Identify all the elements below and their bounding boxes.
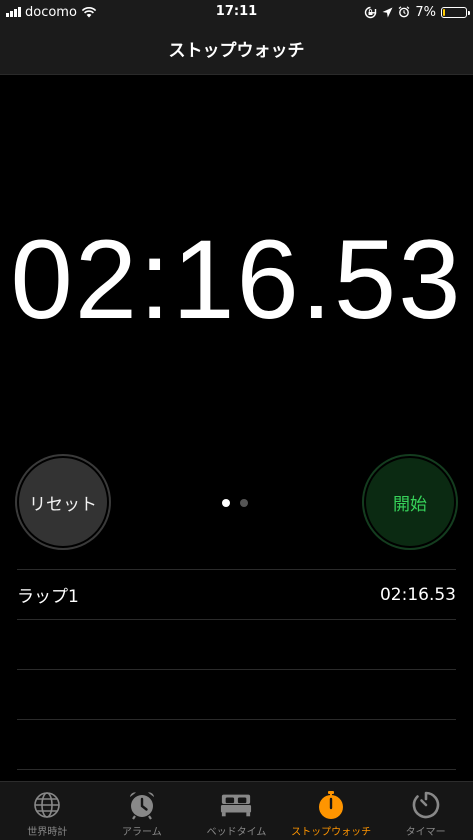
battery-icon bbox=[441, 6, 470, 18]
tab-label: ストップウォッチ bbox=[291, 827, 372, 838]
lap-name: ラップ1 bbox=[17, 587, 79, 607]
alarm-indicator-icon bbox=[398, 6, 410, 18]
stopwatch-icon bbox=[315, 789, 347, 821]
battery-level bbox=[443, 8, 445, 16]
timer-icon bbox=[410, 789, 442, 821]
globe-icon bbox=[31, 789, 63, 821]
status-bar: docomo 17:11 7% bbox=[0, 0, 473, 24]
start-button-label: 開始 bbox=[393, 494, 427, 515]
tab-label: アラーム bbox=[122, 827, 162, 838]
lap-time: 02:16.53 bbox=[379, 584, 456, 605]
tab-world-clock[interactable]: 世界時計 bbox=[0, 782, 95, 840]
tab-label: タイマー bbox=[405, 827, 446, 838]
status-indicators: 7% bbox=[364, 4, 470, 20]
alarm-clock-icon bbox=[126, 789, 158, 821]
orientation-lock-icon bbox=[365, 6, 377, 18]
page-dot-1[interactable] bbox=[222, 499, 230, 507]
empty-lap-row bbox=[17, 720, 456, 770]
reset-button-label: リセット bbox=[29, 494, 97, 515]
battery-percent: 7% bbox=[415, 4, 436, 20]
tab-label: 世界時計 bbox=[27, 827, 68, 838]
empty-lap-row bbox=[17, 620, 456, 670]
page-indicator[interactable] bbox=[222, 499, 248, 507]
tab-stopwatch[interactable]: ストップウォッチ bbox=[284, 782, 379, 840]
bed-icon bbox=[220, 789, 252, 821]
reset-button[interactable]: リセット bbox=[17, 456, 109, 548]
tab-bar: 世界時計 アラーム ベッドタイム ストップウォッチ タイマー bbox=[0, 781, 473, 840]
page-title: ストップウォッチ bbox=[168, 41, 305, 61]
page-dot-2[interactable] bbox=[240, 499, 248, 507]
stopwatch-display: 02:16.53 bbox=[10, 217, 463, 342]
location-arrow-icon bbox=[382, 7, 393, 17]
lap-list: ラップ1 02:16.53 bbox=[17, 569, 456, 770]
tab-timer[interactable]: タイマー bbox=[378, 782, 473, 840]
lap-row: ラップ1 02:16.53 bbox=[17, 570, 456, 620]
tab-label: ベッドタイム bbox=[206, 827, 267, 838]
navigation-bar: ストップウォッチ bbox=[0, 24, 473, 75]
tab-alarm[interactable]: アラーム bbox=[95, 782, 190, 840]
tab-bedtime[interactable]: ベッドタイム bbox=[189, 782, 284, 840]
empty-lap-row bbox=[17, 670, 456, 720]
start-button[interactable]: 開始 bbox=[364, 456, 456, 548]
